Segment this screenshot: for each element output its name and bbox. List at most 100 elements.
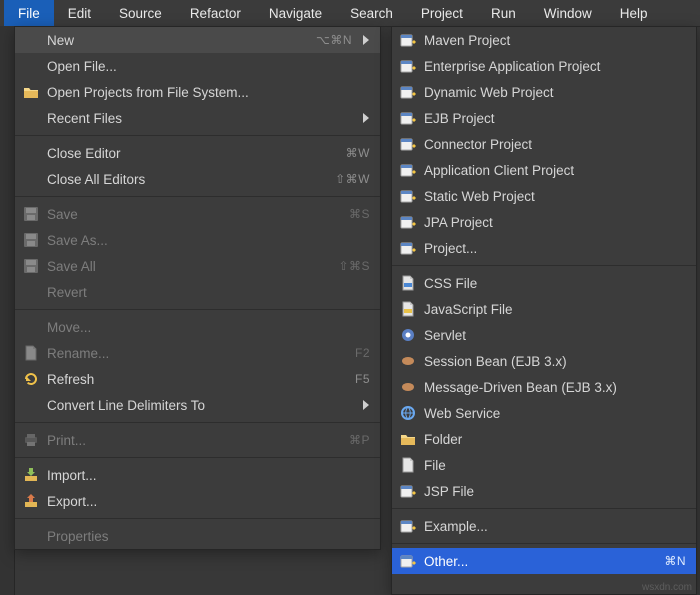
menubar-item-help[interactable]: Help: [606, 0, 662, 26]
menu-item-shortcut: ⌘S: [349, 207, 370, 221]
wiz-icon: [400, 188, 416, 204]
blank-icon: [23, 118, 39, 119]
menu-item-label: Move...: [47, 320, 370, 335]
menu-item-refresh[interactable]: RefreshF5: [15, 366, 380, 392]
menu-separator: [392, 543, 696, 544]
file-icon: [400, 457, 416, 473]
menubar: File Edit Source Refactor Navigate Searc…: [0, 0, 700, 27]
menubar-item-edit[interactable]: Edit: [54, 0, 105, 26]
menu-item-ejb-project[interactable]: EJB Project: [392, 105, 696, 131]
menu-item-label: JPA Project: [424, 215, 686, 230]
menubar-item-project[interactable]: Project: [407, 0, 477, 26]
menu-item-project[interactable]: Project...: [392, 235, 696, 261]
menu-item-label: CSS File: [424, 276, 686, 291]
export-icon: [23, 493, 39, 509]
menubar-item-search[interactable]: Search: [336, 0, 407, 26]
menu-item-open-projects-from-file-system[interactable]: Open Projects from File System...: [15, 79, 380, 105]
menu-item-label: Properties: [47, 529, 370, 544]
wiz-icon: [400, 518, 416, 534]
menubar-item-navigate[interactable]: Navigate: [255, 0, 336, 26]
menu-item-label: Dynamic Web Project: [424, 85, 686, 100]
menu-item-label: Example...: [424, 519, 686, 534]
menu-item-shortcut: ⌥⌘N: [316, 33, 352, 47]
menubar-item-refactor[interactable]: Refactor: [176, 0, 255, 26]
menu-item-label: Open File...: [47, 59, 370, 74]
menu-item-label: Enterprise Application Project: [424, 59, 686, 74]
menu-item-label: New: [47, 33, 304, 48]
app-root: File Edit Source Refactor Navigate Searc…: [0, 0, 700, 595]
menu-item-jpa-project[interactable]: JPA Project: [392, 209, 696, 235]
menu-item-dynamic-web-project[interactable]: Dynamic Web Project: [392, 79, 696, 105]
menu-item-static-web-project[interactable]: Static Web Project: [392, 183, 696, 209]
wiz-icon: [400, 553, 416, 569]
wiz-icon: [400, 84, 416, 100]
menu-separator: [15, 135, 380, 136]
menu-item-shortcut: ⌘P: [349, 433, 370, 447]
menu-item-shortcut: ⇧⌘S: [338, 259, 370, 273]
menubar-item-file[interactable]: File: [4, 0, 54, 26]
menu-item-label: Convert Line Delimiters To: [47, 398, 352, 413]
menu-item-message-driven-bean-ejb-3-x[interactable]: Message-Driven Bean (EJB 3.x): [392, 374, 696, 400]
menu-item-label: Save As...: [47, 233, 370, 248]
menu-item-new[interactable]: New ⌥⌘N: [15, 27, 380, 53]
menu-item-save: Save ⌘S: [15, 201, 380, 227]
menu-separator: [392, 508, 696, 509]
menu-item-shortcut: F5: [355, 372, 370, 386]
menu-item-jsp-file[interactable]: JSP File: [392, 478, 696, 504]
menu-item-javascript-file[interactable]: JavaScript File: [392, 296, 696, 322]
menu-item-web-service[interactable]: Web Service: [392, 400, 696, 426]
menu-separator: [15, 196, 380, 197]
menu-item-shortcut: F2: [355, 346, 370, 360]
menu-item-enterprise-application-project[interactable]: Enterprise Application Project: [392, 53, 696, 79]
menu-item-example[interactable]: Example...: [392, 513, 696, 539]
menubar-item-run[interactable]: Run: [477, 0, 530, 26]
menu-item-import[interactable]: Import...: [15, 462, 380, 488]
folder-icon: [23, 84, 39, 100]
menu-item-label: Save: [47, 207, 337, 222]
menu-item-application-client-project[interactable]: Application Client Project: [392, 157, 696, 183]
menu-item-convert-line-delimiters-to[interactable]: Convert Line Delimiters To: [15, 392, 380, 418]
menu-item-other[interactable]: Other...⌘N: [392, 548, 696, 574]
menubar-label: Project: [421, 6, 463, 21]
blank-icon: [23, 40, 39, 41]
menubar-label: Edit: [68, 6, 91, 21]
chevron-right-icon: [362, 113, 370, 123]
watermark: wsxdn.com: [642, 582, 692, 593]
print-icon: [23, 432, 39, 448]
refresh-icon: [23, 371, 39, 387]
menu-item-close-editor[interactable]: Close Editor⌘W: [15, 140, 380, 166]
menu-item-export[interactable]: Export...: [15, 488, 380, 514]
folder-icon: [400, 431, 416, 447]
menu-item-servlet[interactable]: Servlet: [392, 322, 696, 348]
ws-icon: [400, 405, 416, 421]
menu-item-css-file[interactable]: CSS File: [392, 270, 696, 296]
menu-item-label: JavaScript File: [424, 302, 686, 317]
chevron-right-icon: [362, 400, 370, 410]
menu-item-label: Other...: [424, 554, 652, 569]
wiz-icon: [400, 136, 416, 152]
blank-icon: [23, 153, 39, 154]
menu-item-open-file[interactable]: Open File...: [15, 53, 380, 79]
menu-item-label: Connector Project: [424, 137, 686, 152]
menu-item-recent-files[interactable]: Recent Files: [15, 105, 380, 131]
menubar-label: Source: [119, 6, 162, 21]
menubar-item-source[interactable]: Source: [105, 0, 176, 26]
menu-item-folder[interactable]: Folder: [392, 426, 696, 452]
menu-item-file[interactable]: File: [392, 452, 696, 478]
save-icon: [23, 206, 39, 222]
menu-separator: [15, 309, 380, 310]
menu-item-label: Close Editor: [47, 146, 334, 161]
menu-item-connector-project[interactable]: Connector Project: [392, 131, 696, 157]
new-submenu-panel: Maven Project Enterprise Application Proj…: [391, 26, 697, 595]
menu-item-maven-project[interactable]: Maven Project: [392, 27, 696, 53]
menu-item-label: Session Bean (EJB 3.x): [424, 354, 686, 369]
menu-item-label: Close All Editors: [47, 172, 323, 187]
blank-icon: [23, 292, 39, 293]
menubar-item-window[interactable]: Window: [530, 0, 606, 26]
menu-item-label: Web Service: [424, 406, 686, 421]
editor-gutter: [0, 26, 15, 595]
menu-item-session-bean-ejb-3-x[interactable]: Session Bean (EJB 3.x): [392, 348, 696, 374]
menu-item-label: Folder: [424, 432, 686, 447]
menu-item-close-all-editors[interactable]: Close All Editors⇧⌘W: [15, 166, 380, 192]
menubar-label: File: [18, 6, 40, 21]
